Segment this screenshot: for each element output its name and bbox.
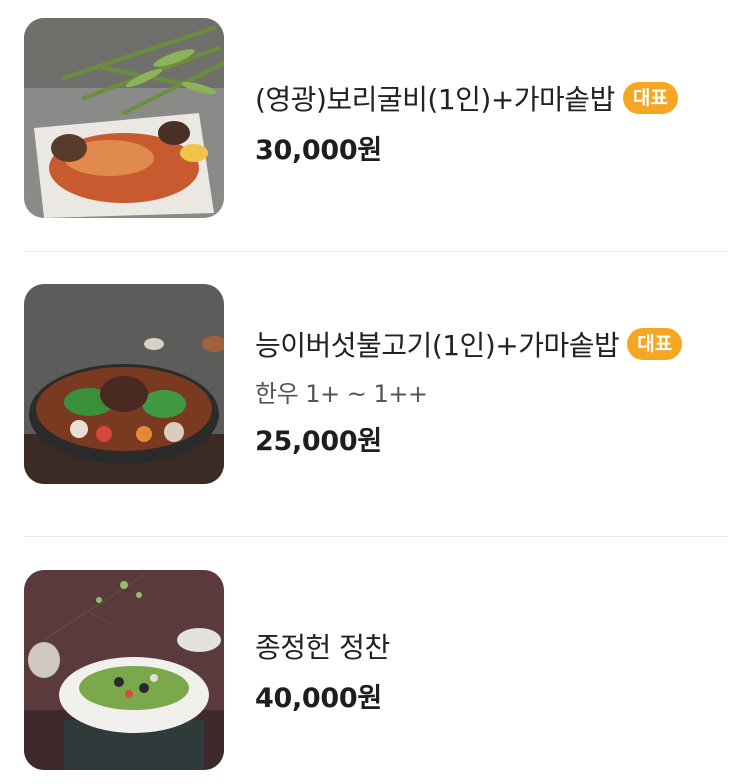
menu-item-description: 한우 1+ ~ 1++ [255,380,428,408]
menu-item-name: 종정헌 정찬 [255,631,390,664]
divider [24,536,728,537]
menu-item-name: 능이버섯불고기(1인)+가마솥밥 [255,329,620,362]
signature-badge: 대표 [627,328,683,360]
menu-item[interactable]: 능이버섯불고기(1인)+가마솥밥 대표 한우 1+ ~ 1++ 25,000원 [24,284,728,504]
menu-item-price: 25,000원 [255,426,382,457]
divider [24,251,728,252]
menu-item-photo [24,18,224,218]
menu-item-photo [24,570,224,770]
menu-item-name: (영광)보리굴비(1인)+가마솥밥 [255,83,615,116]
menu-item[interactable]: (영광)보리굴비(1인)+가마솥밥 대표 30,000원 [24,18,728,218]
signature-badge: 대표 [622,82,678,114]
menu-item[interactable]: 종정헌 정찬 40,000원 [24,570,728,770]
menu-item-photo [24,284,224,484]
menu-item-price: 30,000원 [255,135,382,166]
menu-item-price: 40,000원 [255,683,382,714]
